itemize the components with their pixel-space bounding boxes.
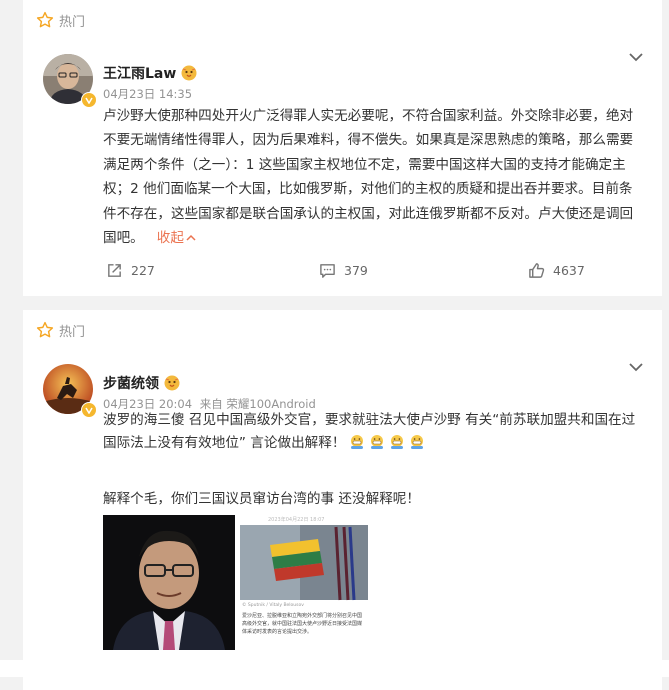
photo-timestamp: 2023年04月22日 18:07 <box>268 517 325 523</box>
author-name[interactable]: 步菌统领 <box>103 373 180 393</box>
grin-emoji-icon <box>351 435 364 450</box>
like-button[interactable]: 4637 <box>528 262 585 279</box>
comment-count: 379 <box>344 263 368 278</box>
post-text-2: 解释个毛，你们三国议员窜访台湾的事 还没解释呢！ <box>103 491 420 507</box>
post-image[interactable]: 2023年04月22日 18:07 © Sputnik / Vitaly Bel… <box>240 515 368 650</box>
verified-icon <box>81 402 97 418</box>
share-count: 227 <box>131 263 155 278</box>
hot-tag: 热门 <box>36 320 85 340</box>
chevron-up-icon <box>186 234 196 241</box>
like-count: 4637 <box>553 263 585 278</box>
author-name-text[interactable]: 步菌统领 <box>103 373 159 393</box>
hot-tag: 热门 <box>36 10 85 30</box>
hot-star-icon <box>36 11 54 28</box>
hatching-chick-icon <box>164 375 180 391</box>
author-name-text[interactable]: 王江雨Law <box>103 63 176 83</box>
like-icon <box>529 263 545 278</box>
comment-button[interactable]: 379 <box>319 262 368 279</box>
photo-caption: 爱沙尼亚、拉脱维亚和立陶宛外交部门将分别召见中国高级外交官，就中国驻法国大使卢沙… <box>242 613 363 635</box>
chevron-down-icon[interactable] <box>628 361 644 373</box>
chevron-down-icon[interactable] <box>628 51 644 63</box>
post-date[interactable]: 04月23日 14:35 <box>103 87 192 101</box>
post-body: 卢沙野大使那种四处开火广泛得罪人实无必要呢，不符合国家利益。外交除非必要，绝对不… <box>103 104 643 250</box>
grin-emoji-icon <box>371 435 384 450</box>
share-icon <box>108 264 121 277</box>
hot-label: 热门 <box>59 14 86 30</box>
photo-credit: © Sputnik / Vitaly Belousov <box>242 603 304 608</box>
hot-label: 热门 <box>59 324 86 340</box>
collapse-button[interactable]: 收起 <box>148 230 196 246</box>
share-button[interactable]: 227 <box>106 262 155 279</box>
grin-emoji-icon <box>411 435 424 450</box>
post-body-2: 解释个毛，你们三国议员窜访台湾的事 还没解释呢！ <box>103 489 643 509</box>
post-meta: 04月23日 14:35 <box>103 86 192 102</box>
grin-emoji-icon <box>391 435 404 450</box>
collapse-label[interactable]: 收起 <box>157 230 184 246</box>
post-body: 波罗的海三傻 召见中国高级外交官，要求就驻法大使卢沙野 有关“前苏联加盟共和国在… <box>103 409 643 456</box>
verified-icon <box>81 92 97 108</box>
comment-icon <box>320 264 335 278</box>
hot-star-icon <box>36 321 54 338</box>
card-footer-edge <box>0 660 669 677</box>
post-image[interactable] <box>103 515 235 650</box>
hatching-chick-icon <box>181 65 197 81</box>
post-actions: 227 379 4637 <box>23 262 662 282</box>
post-text: 卢沙野大使那种四处开火广泛得罪人实无必要呢，不符合国家利益。外交除非必要，绝对不… <box>103 108 634 247</box>
author-name[interactable]: 王江雨Law <box>103 63 197 83</box>
